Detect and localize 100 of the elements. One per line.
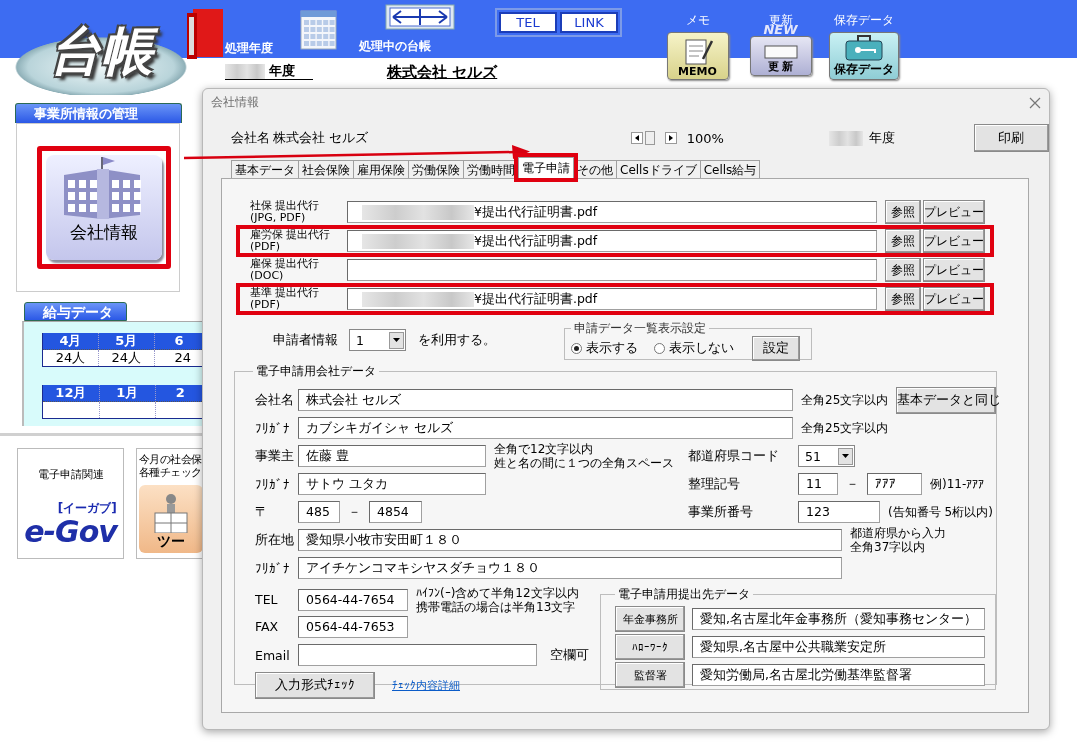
format-check-button[interactable]: 入力形式ﾁｪｯｸ xyxy=(255,671,375,699)
tools-tile: ツー xyxy=(139,485,202,553)
text-field[interactable]: 485 xyxy=(298,501,340,523)
field-label: 雇労保 提出代行 (PDF) xyxy=(250,229,332,253)
field-suffix: を利用する。 xyxy=(418,331,496,349)
text-field[interactable]: 4854 xyxy=(369,501,422,523)
file-path-field[interactable]: ¥提出代行証明書.pdf xyxy=(347,201,877,223)
dropdown[interactable]: 1 xyxy=(349,329,406,351)
preview-button[interactable]: プレビュー xyxy=(923,287,985,311)
field-label: TEL xyxy=(255,592,279,607)
field-hint: 都道府県から入力 全角37字以内 xyxy=(850,526,946,554)
caret-icon xyxy=(842,454,849,458)
card-title: 電子申請関連 xyxy=(37,467,104,482)
tool-label: メモ xyxy=(685,12,710,28)
text-field[interactable]: サトウ ユタカ xyxy=(298,473,486,495)
memo-button[interactable]: MEMO xyxy=(666,32,729,80)
tab[interactable]: Cellsドライブ xyxy=(616,160,701,178)
swap-arrows-icon[interactable] xyxy=(385,4,455,30)
field-hint: ﾊｲﾌﾝ(ｰ)含めて半角12文字以内 携帯電話の場合は半角13文字 xyxy=(416,585,579,614)
text-field[interactable]: 株式会社 セルズ xyxy=(298,389,793,411)
tab[interactable]: Cells給与 xyxy=(699,160,761,178)
link-button[interactable]: TEL xyxy=(499,12,557,33)
text-field[interactable]: 0564-44-7653 xyxy=(298,615,408,638)
scroll-left-button[interactable] xyxy=(630,132,643,144)
link-button[interactable]: LINK xyxy=(560,12,618,33)
field-label: 社保 提出代行 (JPG, PDF) xyxy=(250,200,321,224)
field-label: 申請者情報 xyxy=(273,331,338,349)
settings-button[interactable]: 設定 xyxy=(752,335,800,361)
egov-card[interactable]: 電子申請関連 [イーガブ] e-Gov xyxy=(17,448,124,559)
browse-button[interactable]: 参照 xyxy=(885,258,921,282)
update-button[interactable]: 更 新 xyxy=(749,36,812,76)
file-path-field[interactable] xyxy=(347,259,877,281)
office-button[interactable]: 年金事務所 xyxy=(615,606,685,632)
office-button[interactable]: 監督署 xyxy=(615,662,685,688)
field-label: 都道府県コード xyxy=(688,447,780,465)
field-label: 整理記号 xyxy=(688,475,741,493)
year-text: 年度 xyxy=(868,129,895,147)
year-label: 処理年度 xyxy=(225,40,273,57)
field-label: 雇保 提出代行 (DOC) xyxy=(250,258,321,282)
tab[interactable]: 雇用保険 xyxy=(353,160,409,178)
field-label: 事業主 xyxy=(255,447,295,465)
year-text: 年度 xyxy=(269,62,295,80)
file-path-field[interactable]: ¥提出代行証明書.pdf xyxy=(347,288,877,310)
browse-button[interactable]: 参照 xyxy=(885,229,921,253)
tab[interactable]: 社会保険 xyxy=(298,160,354,178)
browse-button[interactable]: 参照 xyxy=(885,287,921,311)
text-field[interactable]: 佐藤 豊 xyxy=(298,445,486,467)
preview-button[interactable]: プレビュー xyxy=(923,200,985,224)
notepad-icon xyxy=(682,37,713,65)
current-ledger-label: 処理中の台帳 xyxy=(359,38,432,55)
radio-option[interactable]: 表示しない xyxy=(654,339,734,357)
field-label: 〒 xyxy=(255,503,269,521)
text-field[interactable]: アイチケンコマキシヤスダチョウ１８０ xyxy=(298,557,842,579)
field-label: 基準 提出代行 (PDF) xyxy=(250,287,321,311)
field-label: ﾌﾘｶﾞﾅ xyxy=(255,560,291,576)
preview-button[interactable]: プレビュー xyxy=(923,229,985,253)
browse-button[interactable]: 参照 xyxy=(885,200,921,224)
card-title: 今月の社会保 各種チェック xyxy=(139,453,202,479)
tool-card[interactable]: 今月の社会保 各種チェック ツー xyxy=(136,448,202,559)
text-field[interactable]: ｱｱｱ xyxy=(867,473,922,495)
binder-icon xyxy=(187,7,225,59)
text-field[interactable]: 0564-44-7654 xyxy=(298,588,408,611)
new-label: NEW xyxy=(763,24,798,36)
text-field[interactable]: 愛知労働局,名古屋北労働基準監督署 xyxy=(692,664,985,686)
month-header: 1月 xyxy=(99,385,156,402)
details-link[interactable]: ﾁｪｯｸ内容詳細 xyxy=(392,677,460,693)
radio-option[interactable]: 表示する xyxy=(571,339,638,357)
close-icon[interactable] xyxy=(1029,96,1041,109)
panel-title: 給与データ xyxy=(24,302,127,321)
tool-label: 保存データ xyxy=(833,12,894,28)
slider-thumb[interactable] xyxy=(644,131,655,145)
group-title: 申請データ一覧表示設定 xyxy=(573,320,707,337)
caret-icon xyxy=(393,338,400,342)
field-hint: 全角25文字以内 xyxy=(801,421,889,435)
field-hint: 例)11-ｱｱｱ xyxy=(930,477,985,491)
month-header: 5月 xyxy=(98,333,155,350)
office-button[interactable]: ﾊﾛｰﾜｰｸ xyxy=(615,634,685,660)
text-field[interactable]: 愛知県小牧市安田町１８０ xyxy=(298,529,842,551)
print-button[interactable]: 印刷 xyxy=(973,124,1049,152)
text-field[interactable]: 123 xyxy=(798,501,880,523)
field-label: Email xyxy=(255,647,291,663)
scroll-right-button[interactable] xyxy=(664,132,677,144)
dropdown[interactable]: 51 xyxy=(798,445,855,467)
company-info-button[interactable]: 会社情報 xyxy=(37,146,171,269)
table-cell xyxy=(155,401,202,419)
month-header: 4月 xyxy=(42,333,99,350)
preview-button[interactable]: プレビュー xyxy=(923,258,985,282)
text-field[interactable]: 11 xyxy=(798,473,838,495)
monitor-icon xyxy=(762,45,799,59)
text-field[interactable] xyxy=(298,644,537,666)
group-title: 電子申請用会社データ xyxy=(255,363,377,380)
text-field[interactable]: 愛知県,名古屋中公共職業安定所 xyxy=(692,636,985,658)
field-hint: 全角で12文字以内 姓と名の間に１つの全角スペース xyxy=(494,442,674,470)
text-field[interactable]: カブシキガイシャ セルズ xyxy=(298,417,793,439)
tab[interactable]: 基本データ xyxy=(231,160,299,178)
tab[interactable]: 労働保険 xyxy=(408,160,464,178)
save-button[interactable]: 保存データ xyxy=(828,32,899,80)
field-hint: 空欄可 xyxy=(550,648,589,662)
file-path-field[interactable]: ¥提出代行証明書.pdf xyxy=(347,230,877,252)
text-field[interactable]: 愛知,名古屋北年金事務所（愛知事務センター） xyxy=(692,608,985,630)
